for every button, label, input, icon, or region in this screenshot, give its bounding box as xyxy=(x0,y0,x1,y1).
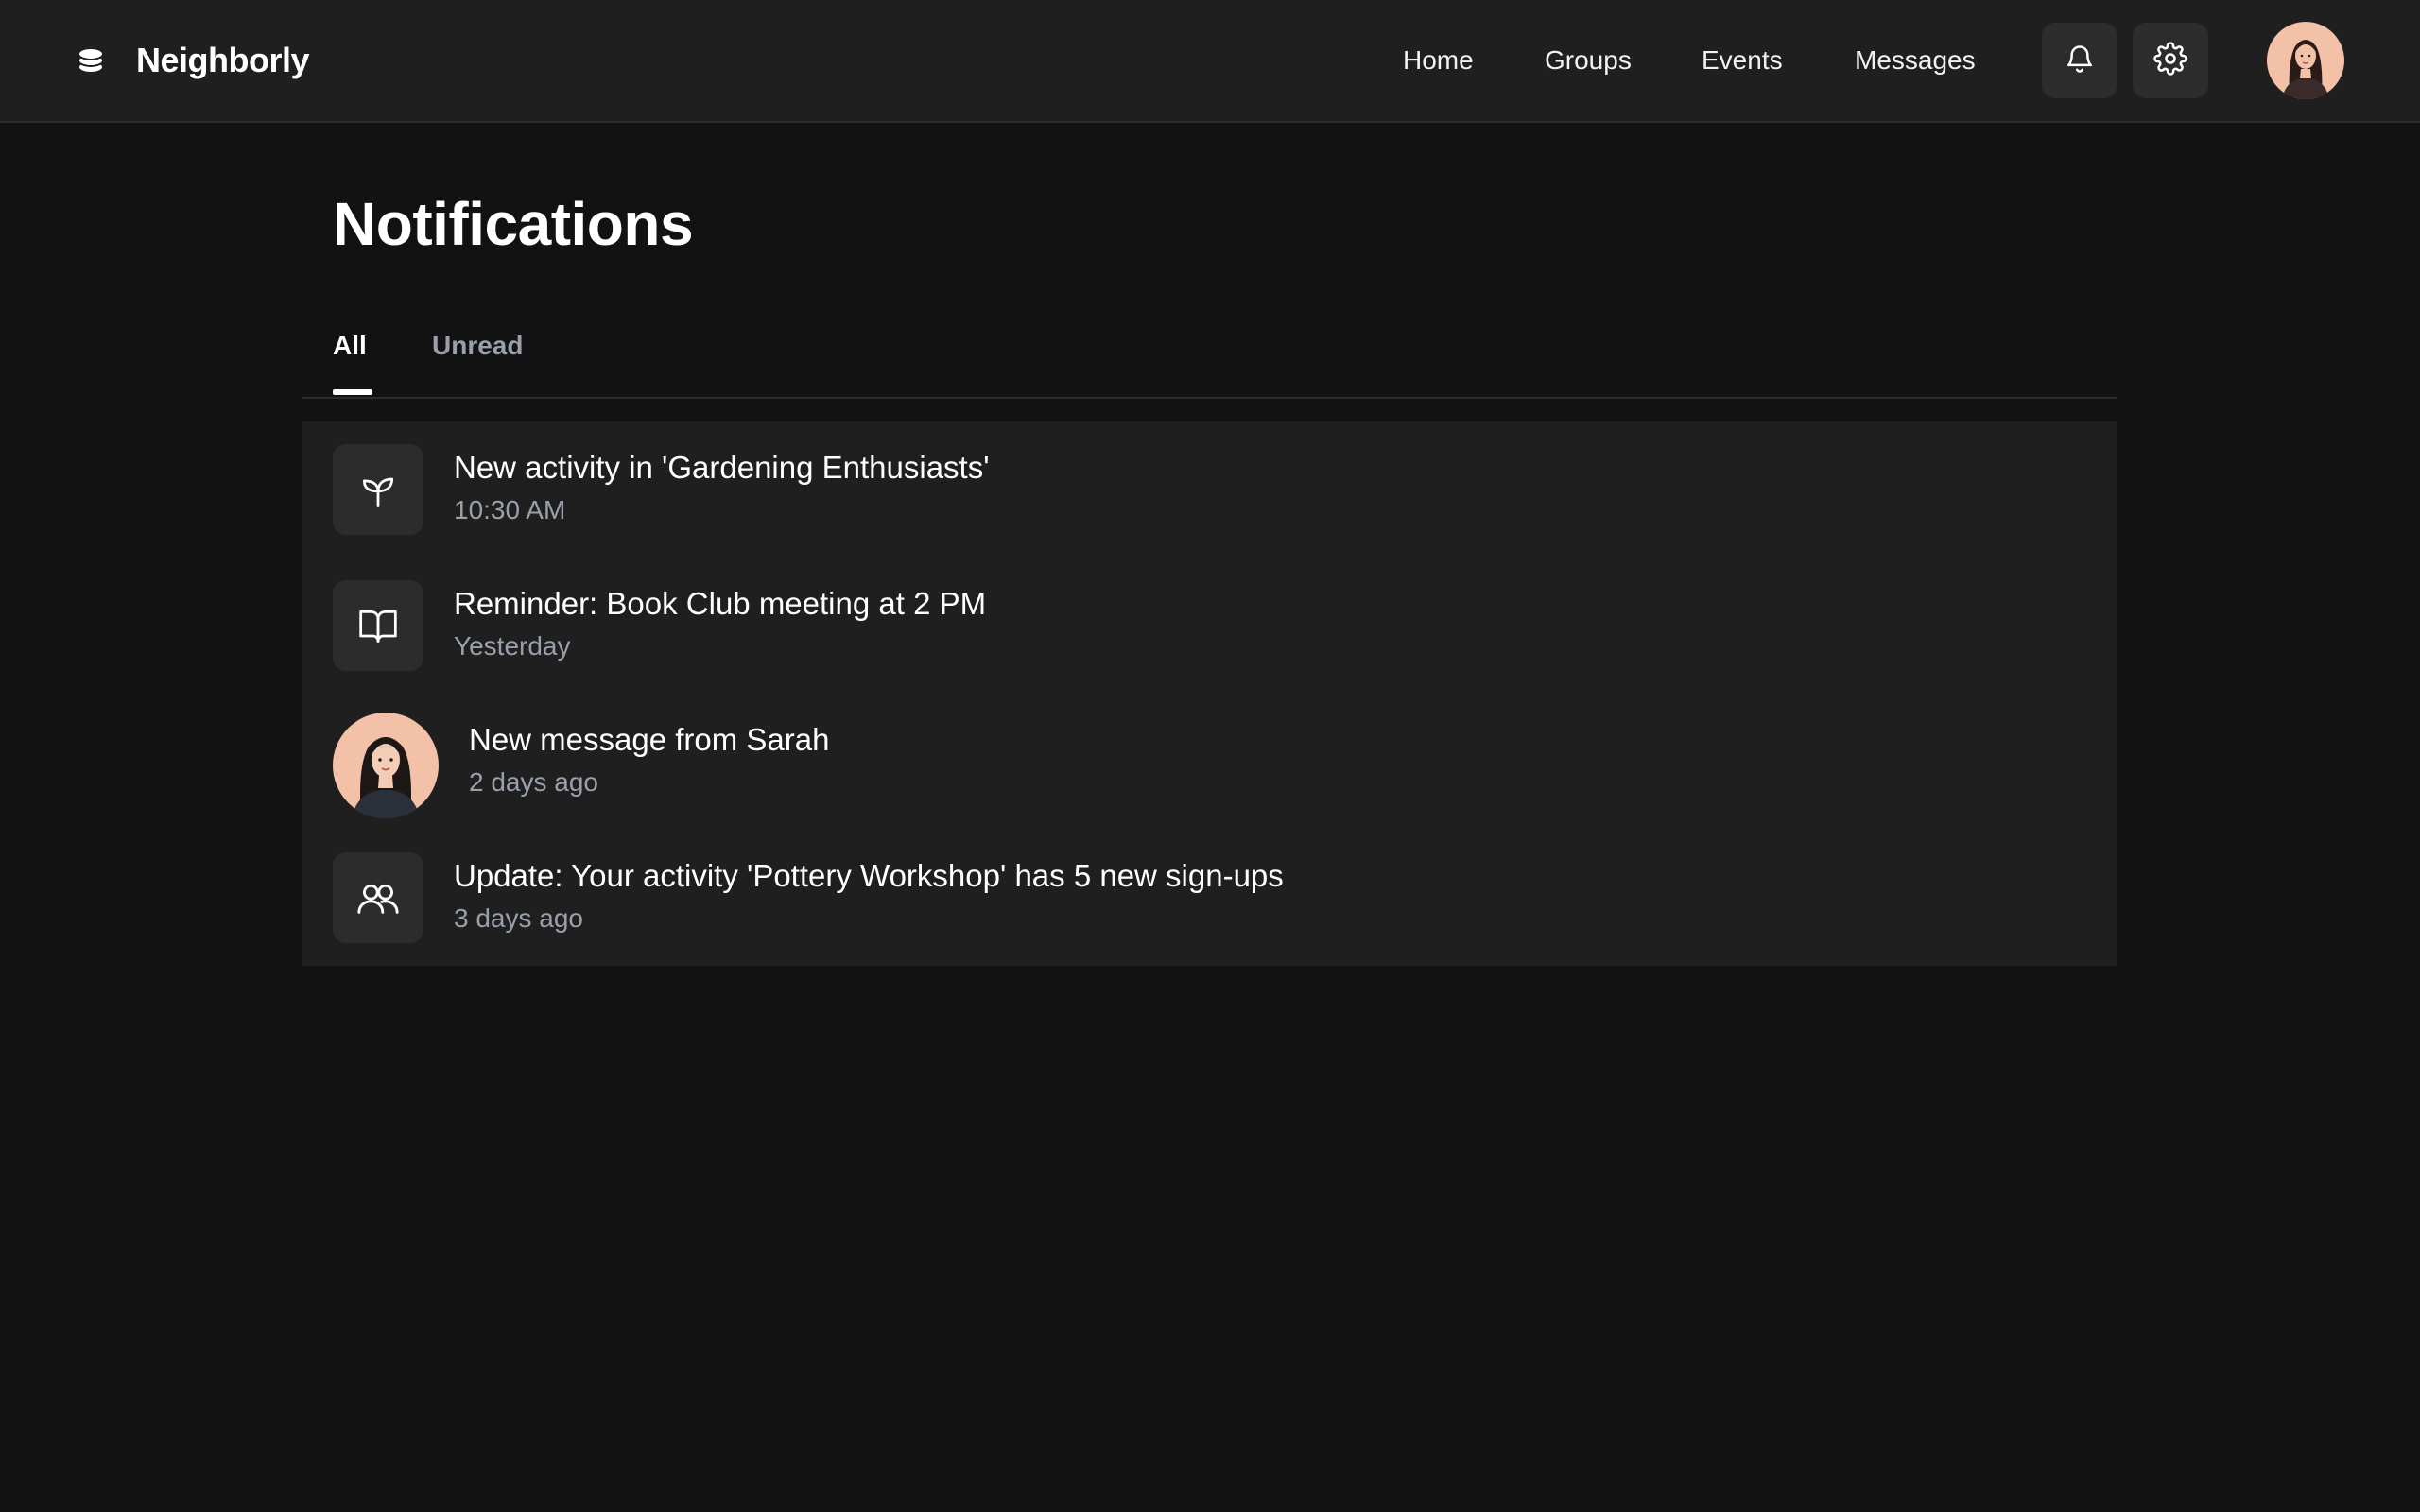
tab-all[interactable]: All xyxy=(333,331,367,361)
notification-item[interactable]: Update: Your activity 'Pottery Workshop'… xyxy=(333,852,2091,943)
tab-unread[interactable]: Unread xyxy=(432,331,523,361)
book-open-icon xyxy=(333,580,424,671)
notification-item[interactable]: Reminder: Book Club meeting at 2 PM Yest… xyxy=(333,580,2091,671)
active-tab-indicator xyxy=(333,389,372,395)
top-navigation-bar: Neighborly Home Groups Events Messages xyxy=(0,0,2420,123)
app-name: Neighborly xyxy=(136,41,310,79)
stack-logo-icon xyxy=(74,43,108,77)
gear-icon xyxy=(2153,41,2187,80)
settings-button[interactable] xyxy=(2133,23,2208,98)
notification-time: 3 days ago xyxy=(454,903,583,933)
users-icon xyxy=(333,852,424,943)
notification-title: Reminder: Book Club meeting at 2 PM xyxy=(454,586,987,621)
notifications-button[interactable] xyxy=(2042,23,2118,98)
nav-groups-link[interactable]: Groups xyxy=(1545,45,1632,76)
nav-events-link[interactable]: Events xyxy=(1702,45,1783,76)
nav-home-link[interactable]: Home xyxy=(1403,45,1474,76)
notification-title: New activity in 'Gardening Enthusiasts' xyxy=(454,450,990,485)
notification-title: Update: Your activity 'Pottery Workshop'… xyxy=(454,858,1284,893)
bell-icon xyxy=(2064,42,2096,80)
sarah-avatar xyxy=(333,713,439,818)
notification-time: 2 days ago xyxy=(469,767,598,797)
notification-time: 10:30 AM xyxy=(454,495,566,524)
notification-title: New message from Sarah xyxy=(469,722,830,757)
notification-item[interactable]: New message from Sarah 2 days ago xyxy=(333,713,2091,818)
page-title: Notifications xyxy=(333,190,694,258)
sprout-icon xyxy=(333,444,424,535)
profile-avatar[interactable] xyxy=(2267,22,2344,99)
notification-list: New activity in 'Gardening Enthusiasts' … xyxy=(302,421,2118,966)
notification-item[interactable]: New activity in 'Gardening Enthusiasts' … xyxy=(333,444,2091,535)
notification-time: Yesterday xyxy=(454,631,571,661)
brand[interactable]: Neighborly xyxy=(74,0,310,121)
notification-tabs: All Unread xyxy=(302,312,2118,399)
nav-messages-link[interactable]: Messages xyxy=(1855,45,1976,76)
